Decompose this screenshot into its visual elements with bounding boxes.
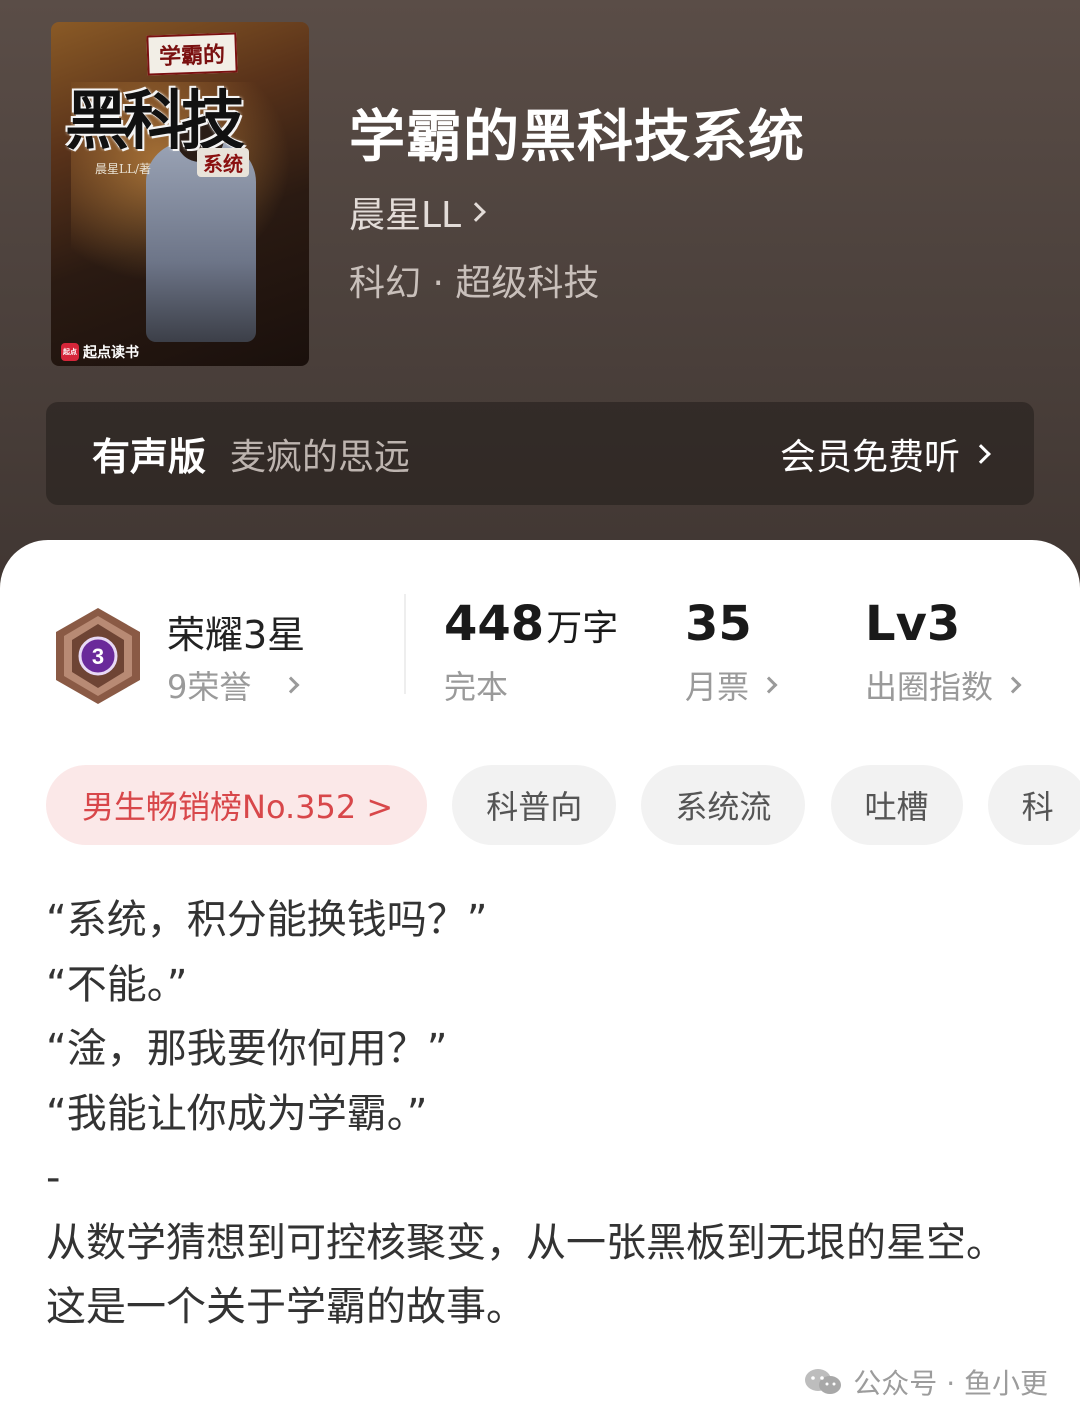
stat-label: 出圈指数 — [865, 668, 994, 706]
author-link[interactable]: 晨星LL — [349, 186, 487, 238]
chevron-right-icon — [971, 443, 991, 464]
description-line: “不能。” — [46, 961, 188, 1008]
tag-chip[interactable]: 系统流 — [641, 765, 806, 845]
description-line: 这是一个关于学霸的故事。 — [46, 1284, 526, 1330]
tag-list: 男生畅销榜No.352 > 科普向 系统流 吐槽 科 — [46, 765, 1080, 847]
description-line: “我能让你成为学霸。” — [46, 1090, 428, 1137]
watermark: 公众号 · 鱼小更 — [803, 1362, 1048, 1402]
description-line: “系统，积分能换钱吗？” — [46, 897, 488, 943]
chevron-right-icon — [1004, 676, 1022, 694]
audio-label: 有声版 — [92, 435, 207, 479]
stat-popularity-index[interactable]: Lv3 出圈指数 — [865, 596, 1022, 708]
description-line: “淦，那我要你何用？” — [46, 1026, 448, 1072]
honor-badge-icon[interactable]: 3 — [52, 606, 144, 706]
stat-word-count: 448 万字 完本 — [444, 596, 618, 708]
watermark-text: 公众号 · 鱼小更 — [853, 1367, 1048, 1400]
description-line: - — [46, 1155, 61, 1201]
stat-label: 完本 — [444, 668, 509, 706]
cover-publisher: 起点 起点读书 — [61, 342, 139, 362]
book-cover-image[interactable]: 学霸的 黑科技 系统 晨星LL/著 起点 起点读书 — [51, 22, 309, 366]
tag-chip[interactable]: 吐槽 — [830, 765, 963, 845]
publisher-logo-icon: 起点 — [61, 343, 79, 361]
member-free-listen-button[interactable]: 会员免费听 — [779, 428, 991, 480]
chevron-right-icon — [466, 202, 487, 222]
stat-unit: 万字 — [546, 608, 619, 649]
audio-narrator: 麦疯的思远 — [230, 436, 411, 478]
chevron-right-icon — [760, 676, 778, 694]
description-line: 从数学猜想到可控核聚变，从一张黑板到无垠的星空。 — [46, 1219, 1006, 1266]
book-genre: 科幻 · 超级科技 — [349, 263, 600, 304]
stat-label: 月票 — [685, 668, 750, 706]
tag-chip[interactable]: 科普向 — [452, 765, 617, 845]
stats-divider — [404, 594, 406, 694]
honor-link[interactable]: 9荣誉 — [167, 662, 300, 708]
member-free-listen-label: 会员免费听 — [779, 436, 960, 478]
book-description: “系统，积分能换钱吗？” “不能。” “淦，那我要你何用？” “我能让你成为学霸… — [46, 888, 1046, 1340]
cover-byline: 晨星LL/著 — [95, 162, 151, 176]
stat-monthly-votes[interactable]: 35 月票 — [685, 596, 778, 708]
cover-subtitle: 系统 — [197, 148, 249, 177]
wechat-icon — [805, 1369, 842, 1394]
honor-badge-number: 3 — [92, 644, 104, 669]
stat-value: 448 — [444, 596, 545, 652]
honor-title: 荣耀3星 — [167, 613, 306, 657]
audio-version-bar[interactable]: 有声版 麦疯的思远 会员免费听 — [46, 402, 1034, 505]
rank-tag[interactable]: 男生畅销榜No.352 > — [46, 765, 428, 845]
stat-value: Lv3 — [865, 596, 961, 652]
tag-chip[interactable]: 科 — [987, 765, 1080, 845]
honor-count: 9荣誉 — [167, 668, 252, 706]
stat-value: 35 — [685, 596, 752, 652]
chevron-right-icon — [282, 676, 300, 694]
book-title: 学霸的黑科技系统 — [349, 105, 805, 170]
author-name: 晨星LL — [349, 195, 462, 236]
publisher-name: 起点读书 — [83, 345, 139, 361]
